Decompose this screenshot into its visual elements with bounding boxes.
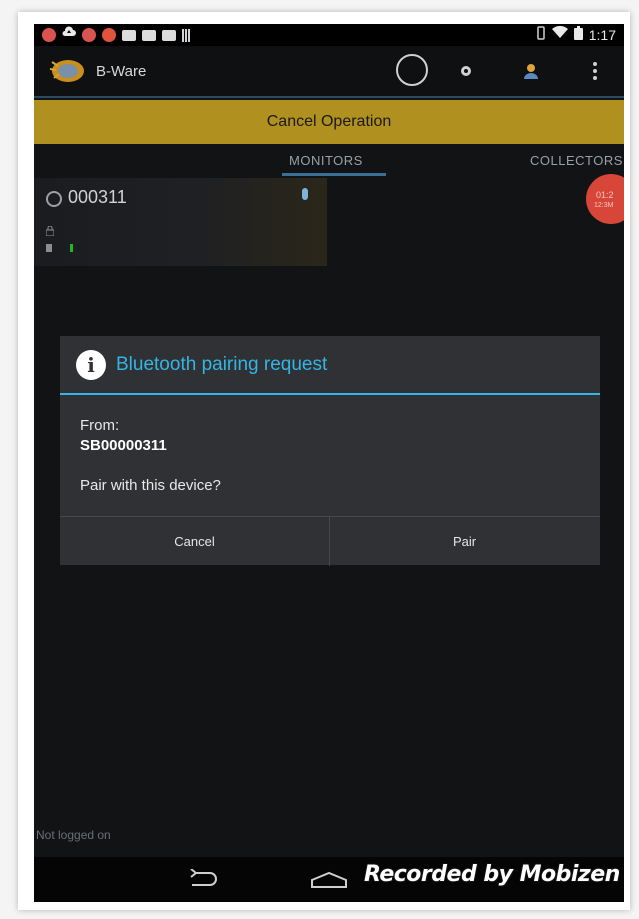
app-notification-icon: [82, 28, 96, 42]
settings-icon[interactable]: [457, 62, 475, 80]
mail-icon: [122, 29, 136, 41]
badge-line2: 12:3M: [594, 202, 614, 209]
home-icon[interactable]: [310, 871, 348, 894]
upload-icon: [62, 26, 76, 44]
mail-icon: [142, 29, 156, 41]
battery-icon: [573, 25, 583, 45]
info-icon: i: [76, 350, 106, 380]
monitor-id: 000311: [68, 187, 127, 207]
bluetooth-pairing-dialog: i Bluetooth pairing request From: SB0000…: [60, 336, 600, 566]
wifi-icon: [551, 25, 568, 44]
device-screen: 1:17 B-Ware Cancel Operation MONITORS CO…: [34, 24, 624, 902]
action-bar: B-Ware: [34, 46, 624, 98]
radio-button[interactable]: [46, 191, 62, 207]
from-label: From:: [80, 417, 120, 434]
bee-logo-icon[interactable]: [46, 56, 88, 84]
dialog-header: i Bluetooth pairing request: [60, 336, 600, 395]
status-bar: 1:17: [34, 24, 624, 46]
tab-monitors[interactable]: MONITORS: [289, 153, 363, 168]
overflow-menu-icon[interactable]: [586, 62, 604, 80]
app-title: B-Ware: [96, 63, 147, 80]
app-notification-icon: [42, 28, 56, 42]
tab-indicator: [282, 173, 386, 176]
pair-question: Pair with this device?: [80, 477, 221, 494]
login-status: Not logged on: [36, 828, 111, 842]
monitor-card[interactable]: 000311: [34, 178, 327, 266]
cancel-button[interactable]: Cancel: [60, 517, 329, 566]
pair-button[interactable]: Pair: [330, 517, 599, 566]
dialog-buttons: Cancel Pair: [60, 516, 600, 566]
notification-icons: [42, 26, 190, 44]
clipboard-check-icon: [162, 29, 176, 41]
tab-bar: MONITORS COLLECTORS: [34, 144, 624, 176]
battery-level-icon: [70, 244, 73, 252]
badge-line1: 01:2: [596, 190, 614, 200]
back-icon[interactable]: [186, 868, 220, 894]
bluetooth-status-icon: [302, 188, 308, 200]
clock: 1:17: [588, 27, 616, 43]
dialog-title: Bluetooth pairing request: [116, 354, 328, 375]
signal-icon: [46, 242, 52, 254]
spinner-icon: [396, 54, 428, 86]
device-name: SB00000311: [80, 437, 167, 454]
bars-icon: [182, 28, 190, 42]
system-status: 1:17: [536, 25, 616, 45]
app-notification-icon: [102, 28, 116, 42]
recording-watermark: Recorded by Mobizen: [364, 862, 620, 887]
user-icon[interactable]: [522, 62, 540, 80]
lock-icon: [45, 225, 55, 238]
collector-timer-badge[interactable]: 01:2 12:3M: [586, 174, 624, 224]
tab-collectors[interactable]: COLLECTORS: [530, 153, 623, 168]
cancel-operation-button[interactable]: Cancel Operation: [34, 100, 624, 145]
vibrate-icon: [536, 25, 546, 45]
